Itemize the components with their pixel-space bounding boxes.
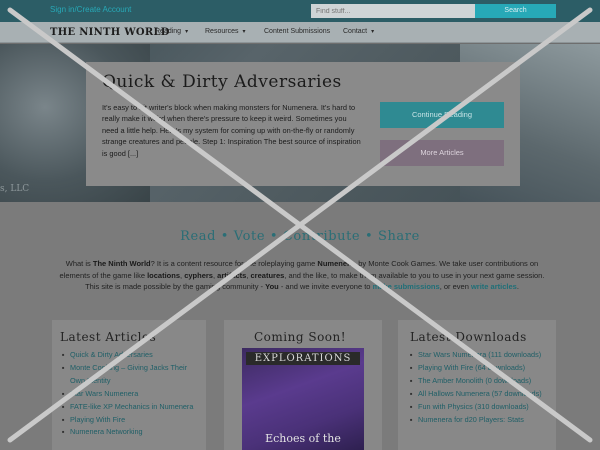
coming-soon-title: Coming Soon! <box>254 330 347 344</box>
search-button[interactable]: Search <box>475 4 556 18</box>
continue-reading-button[interactable]: Continue Reading <box>380 102 504 128</box>
nav-item-reading[interactable]: Reading ▾ <box>155 28 188 35</box>
nav-bar: THE NINTH WORLD Reading ▾ Resources ▾ Cont… <box>0 22 600 43</box>
nav-item-resources[interactable]: Resources ▾ <box>205 28 245 35</box>
nav-item-content-submissions[interactable]: Content Submissions <box>264 28 330 35</box>
list-item[interactable]: Playing With Fire <box>62 414 202 427</box>
list-item[interactable]: Fun with Physics (310 downloads) <box>410 401 552 414</box>
make-submissions-link[interactable]: make submissions <box>373 282 440 291</box>
chevron-down-icon: ▾ <box>242 29 246 35</box>
book-cover-title: EXPLORATIONS <box>246 352 360 365</box>
list-item[interactable]: Monte Cooking – Giving Jacks Their Own I… <box>62 362 202 388</box>
site-name: The Ninth World <box>92 259 151 268</box>
site-logo[interactable]: THE NINTH WORLD <box>50 27 170 38</box>
hero-caption: s, LLC <box>0 184 30 194</box>
list-item[interactable]: Playing With Fire (64 downloads) <box>410 362 552 375</box>
list-item[interactable]: The Amber Monolith (0 downloads) <box>410 375 552 388</box>
intro-paragraph: What is The Ninth World? It is a content… <box>59 259 545 292</box>
list-item[interactable]: Numenera Networking <box>62 426 202 439</box>
list-item[interactable]: Star Wars Numenera (111 downloads) <box>410 349 552 362</box>
latest-articles-title: Latest Articles <box>60 330 157 344</box>
list-item[interactable]: Star Wars Numenera <box>62 388 202 401</box>
list-item[interactable]: Numenera for d20 Players: Stats <box>410 414 552 427</box>
search-input[interactable] <box>311 4 475 18</box>
chevron-down-icon: ▾ <box>371 29 375 35</box>
latest-downloads-list: Star Wars Numenera (111 downloads) Playi… <box>410 349 552 426</box>
latest-articles-list: Quick & Dirty Adversaries Monte Cooking … <box>62 349 202 439</box>
tagline: Read • Vote • Contribute • Share <box>180 229 420 244</box>
list-item[interactable]: FATE-like XP Mechanics in Numenera <box>62 401 202 414</box>
featured-article-excerpt: It's easy to hit writer's block when mak… <box>102 103 361 158</box>
latest-downloads-title: Latest Downloads <box>410 330 527 344</box>
chevron-down-icon: ▾ <box>185 29 189 35</box>
list-item[interactable]: Quick & Dirty Adversaries <box>62 349 202 362</box>
write-articles-link[interactable]: write articles <box>471 282 517 291</box>
game-name: Numenera <box>317 259 355 268</box>
sign-in-link[interactable]: Sign in/Create Account <box>50 5 131 14</box>
book-cover-subtitle: Echoes of the <box>265 432 341 445</box>
list-item[interactable]: All Hallows Numenera (57 downloads) <box>410 388 552 401</box>
top-bar: Sign in/Create Account Search <box>0 0 600 22</box>
more-articles-button[interactable]: More Articles <box>380 140 504 166</box>
nav-item-contact[interactable]: Contact ▾ <box>343 28 374 35</box>
featured-article-title[interactable]: Quick & Dirty Adversaries <box>102 72 342 92</box>
